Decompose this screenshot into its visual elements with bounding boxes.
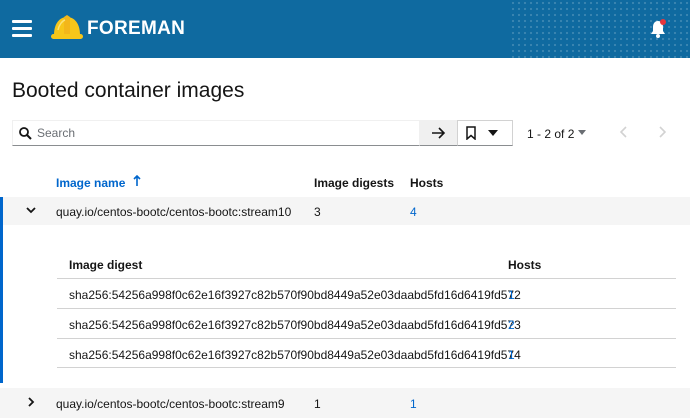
search-icon xyxy=(19,127,32,140)
collapse-row-chevron-icon[interactable] xyxy=(26,207,36,214)
nested-table-header: Image digest Hosts xyxy=(57,248,676,278)
digest-hosts-link[interactable]: 2 xyxy=(508,318,515,332)
search-box[interactable] xyxy=(12,120,420,146)
next-page-icon[interactable] xyxy=(658,126,666,138)
digest-cell: sha256:54256a998f0c62e16f3927c82b570f90b… xyxy=(69,288,521,302)
arrow-right-icon xyxy=(431,126,445,139)
previous-page-icon[interactable] xyxy=(620,126,628,138)
page-title: Booted container images xyxy=(12,79,245,102)
digest-cell: sha256:54256a998f0c62e16f3927c82b570f90b… xyxy=(69,318,521,332)
column-header-nested-hosts: Hosts xyxy=(508,258,542,272)
hamburger-menu-icon[interactable] xyxy=(12,20,32,38)
digest-hosts-link[interactable]: 1 xyxy=(508,288,515,302)
masthead: FOREMAN xyxy=(0,0,690,58)
table-row: sha256:54256a998f0c62e16f3927c82b570f90b… xyxy=(57,308,676,338)
brand-name: FOREMAN xyxy=(87,18,186,39)
sort-ascending-icon[interactable] xyxy=(133,175,141,187)
image-name-cell: quay.io/centos-bootc/centos-bootc:stream… xyxy=(56,205,292,219)
digest-hosts-link[interactable]: 1 xyxy=(508,348,515,362)
table-row: sha256:54256a998f0c62e16f3927c82b570f90b… xyxy=(57,338,676,368)
image-digests-cell: 1 xyxy=(314,397,321,411)
expand-row-chevron-icon[interactable] xyxy=(28,397,35,407)
pagination-caret-down-icon[interactable] xyxy=(578,130,586,135)
column-header-image-digests: Image digests xyxy=(314,176,395,190)
digest-cell: sha256:54256a998f0c62e16f3927c82b570f90b… xyxy=(69,348,521,362)
image-name-cell: quay.io/centos-bootc/centos-bootc:stream… xyxy=(56,397,285,411)
column-header-hosts: Hosts xyxy=(410,176,444,190)
image-digests-cell: 3 xyxy=(314,205,321,219)
notification-badge-dot xyxy=(660,19,666,25)
expanded-row-indicator xyxy=(0,197,3,383)
bookmark-icon xyxy=(466,126,476,140)
search-submit-button[interactable] xyxy=(420,120,457,146)
foreman-hardhat-logo-icon xyxy=(51,15,83,39)
hosts-count-link[interactable]: 4 xyxy=(410,205,417,219)
caret-down-icon xyxy=(488,130,498,136)
column-header-image-digest: Image digest xyxy=(69,258,143,272)
hosts-count-link[interactable]: 1 xyxy=(410,397,417,411)
bookmarks-dropdown-button[interactable] xyxy=(457,120,513,146)
search-input[interactable] xyxy=(37,123,417,143)
pagination-count: 1 - 2 of 2 xyxy=(527,127,575,141)
table-row: sha256:54256a998f0c62e16f3927c82b570f90b… xyxy=(57,278,676,308)
column-header-image-name[interactable]: Image name xyxy=(56,176,125,190)
